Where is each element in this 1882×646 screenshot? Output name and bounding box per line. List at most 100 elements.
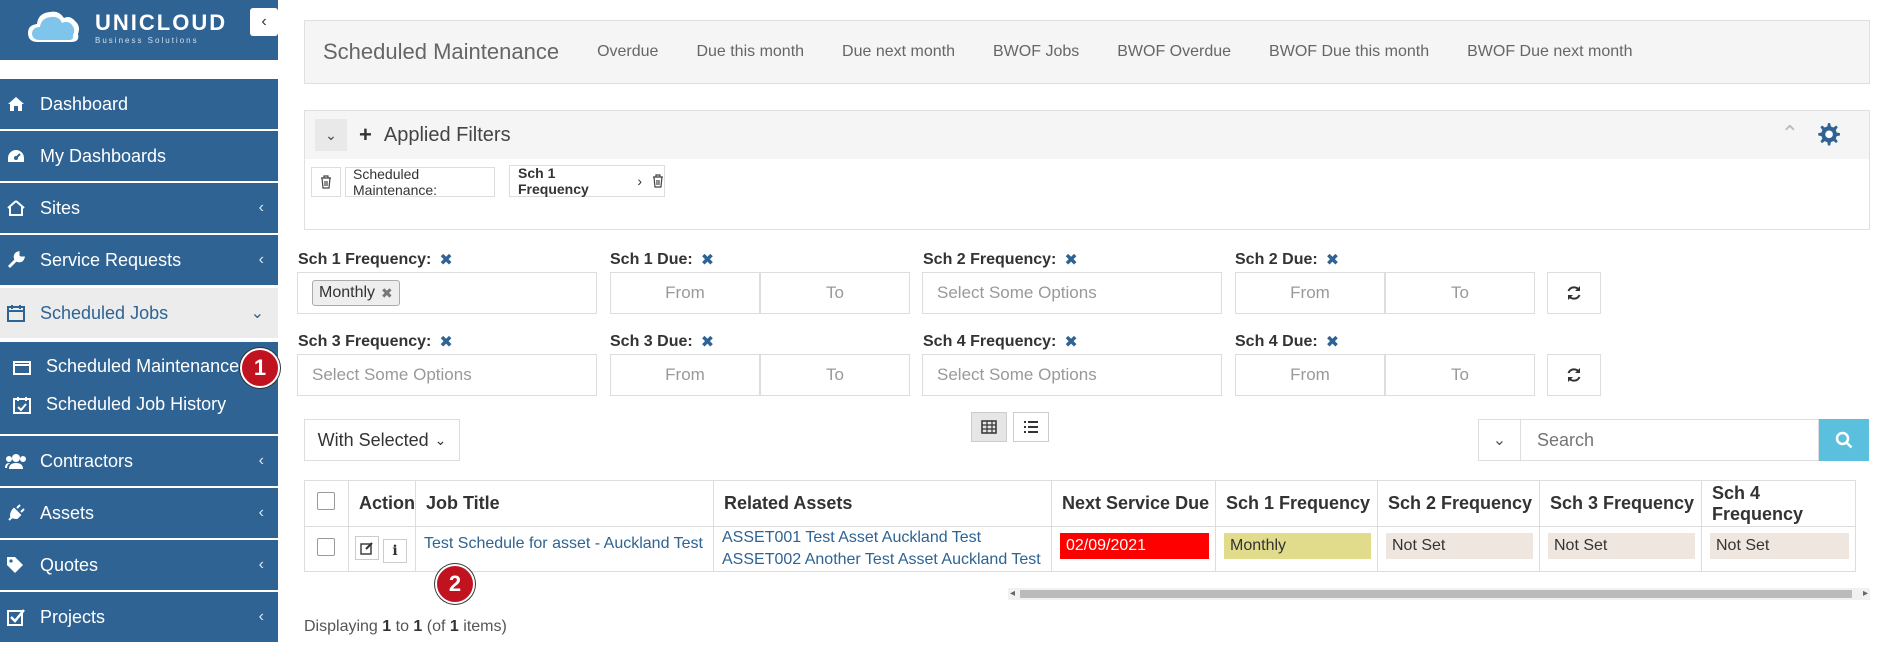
filter-label-text: Sch 1 Due: bbox=[610, 251, 693, 268]
remove-tag-icon[interactable]: ✖ bbox=[381, 285, 393, 302]
sidebar-item-contractors[interactable]: Contractors ‹ bbox=[0, 436, 278, 486]
table-horizontal-scrollbar[interactable]: ◂ ▸ bbox=[1008, 588, 1870, 600]
clear-x-icon[interactable]: ✖ bbox=[439, 332, 452, 352]
chevron-down-icon: ⌄ bbox=[434, 431, 447, 448]
scroll-left-icon[interactable]: ◂ bbox=[1010, 588, 1015, 599]
sidebar-item-label: My Dashboards bbox=[40, 145, 167, 166]
job-title-link[interactable]: Test Schedule for asset - Auckland Test bbox=[424, 535, 703, 552]
refresh-filters-button[interactable] bbox=[1547, 354, 1601, 396]
clear-x-icon[interactable]: ✖ bbox=[1326, 250, 1339, 270]
tab-scheduled-maintenance[interactable]: Scheduled Maintenance bbox=[323, 39, 559, 65]
sch2-frequency-select[interactable]: Select Some Options bbox=[922, 272, 1222, 314]
clear-x-icon[interactable]: ✖ bbox=[701, 332, 714, 352]
edit-button[interactable] bbox=[355, 535, 379, 560]
clear-filters-button[interactable] bbox=[311, 167, 341, 197]
sch3-due-to-input[interactable]: To bbox=[760, 354, 910, 396]
gear-icon[interactable] bbox=[1815, 121, 1841, 147]
sidebar-item-service-requests[interactable]: Service Requests ‹ bbox=[0, 235, 278, 285]
sidebar-item-assets[interactable]: Assets ‹ bbox=[0, 488, 278, 538]
trash-icon[interactable] bbox=[652, 174, 664, 188]
column-header-sch1-frequency[interactable]: Sch 1 Frequency bbox=[1215, 480, 1378, 527]
sidebar-item-scheduled-jobs[interactable]: Scheduled Jobs ⌄ bbox=[0, 288, 278, 338]
clear-x-icon[interactable]: ✖ bbox=[1326, 332, 1339, 352]
sch1-frequency-select[interactable]: Monthly ✖ bbox=[297, 272, 597, 314]
sidebar-collapse-button[interactable]: ‹ bbox=[250, 8, 278, 36]
column-header-sch2-frequency[interactable]: Sch 2 Frequency bbox=[1377, 480, 1540, 527]
sidebar-item-my-dashboards[interactable]: My Dashboards bbox=[0, 131, 278, 181]
sidebar-item-quotes[interactable]: Quotes ‹ bbox=[0, 540, 278, 590]
sch2-due-to-input[interactable]: To bbox=[1385, 272, 1535, 314]
sch1-due-to-input[interactable]: To bbox=[760, 272, 910, 314]
tab-due-this-month[interactable]: Due this month bbox=[696, 43, 804, 61]
sidebar-item-dashboard[interactable]: Dashboard bbox=[0, 79, 278, 129]
filters-toggle-button[interactable]: ⌄ bbox=[315, 119, 347, 151]
chevron-left-icon: ‹ bbox=[258, 251, 264, 268]
row-checkbox[interactable] bbox=[317, 537, 335, 556]
sch3-frequency-select[interactable]: Select Some Options bbox=[297, 354, 597, 396]
sidebar-item-label: Service Requests bbox=[40, 249, 182, 270]
sch2-due-from-input[interactable]: From bbox=[1235, 272, 1385, 314]
tab-bwof-due-next-month[interactable]: BWOF Due next month bbox=[1467, 43, 1632, 61]
info-button[interactable]: i bbox=[383, 538, 407, 563]
sch4-frequency-select[interactable]: Select Some Options bbox=[922, 354, 1222, 396]
sidebar-item-label: Contractors bbox=[40, 450, 134, 471]
sch3-due-from-input[interactable]: From bbox=[610, 354, 760, 396]
clear-x-icon[interactable]: ✖ bbox=[1064, 332, 1077, 352]
clear-x-icon[interactable]: ✖ bbox=[701, 250, 714, 270]
list-view-button[interactable] bbox=[1013, 412, 1049, 442]
sidebar-item-projects[interactable]: Projects ‹ bbox=[0, 592, 278, 642]
asset-link[interactable]: ASSET002 Another Test Asset Auckland Tes… bbox=[722, 549, 1051, 571]
column-header-job-title[interactable]: Job Title bbox=[415, 480, 714, 527]
sch4-due-to-input[interactable]: To bbox=[1385, 354, 1535, 396]
edit-icon bbox=[360, 541, 373, 555]
frequency-badge: Not Set bbox=[1710, 533, 1849, 559]
scroll-right-icon[interactable]: ▸ bbox=[1863, 588, 1868, 599]
applied-filters-title: Applied Filters bbox=[383, 123, 511, 146]
cloud-logo-icon bbox=[28, 11, 79, 42]
filter-chip-sch1-frequency[interactable]: Sch 1 Frequency › bbox=[509, 165, 665, 197]
column-header-sch4-frequency[interactable]: Sch 4 Frequency bbox=[1701, 480, 1856, 527]
brand-tagline: Business Solutions bbox=[95, 36, 199, 45]
chevron-up-icon[interactable]: ⌃ bbox=[1781, 121, 1799, 147]
sch1-due-from-input[interactable]: From bbox=[610, 272, 760, 314]
sch3-frequency-cell: Not Set bbox=[1539, 526, 1702, 572]
chevron-left-icon: ‹ bbox=[258, 452, 264, 469]
scrollbar-thumb[interactable] bbox=[1020, 590, 1852, 598]
users-icon bbox=[5, 453, 27, 469]
sidebar-item-scheduled-job-history[interactable]: Scheduled Job History bbox=[12, 394, 226, 415]
sch2-due-filter-label: Sch 2 Due: ✖ bbox=[1235, 250, 1339, 270]
pagination-summary: Displaying 1 to 1 (of 1 items) bbox=[304, 618, 507, 636]
add-filter-button[interactable]: + bbox=[359, 122, 372, 148]
summary-to-word: to bbox=[395, 618, 409, 635]
sidebar-item-sites[interactable]: Sites ‹ bbox=[0, 183, 278, 233]
search-input[interactable] bbox=[1521, 419, 1819, 461]
column-header-sch3-frequency[interactable]: Sch 3 Frequency bbox=[1539, 480, 1702, 527]
with-selected-dropdown[interactable]: With Selected ⌄ bbox=[304, 419, 460, 461]
gauge-icon bbox=[5, 148, 27, 164]
tab-overdue[interactable]: Overdue bbox=[597, 43, 658, 61]
chevron-down-icon: ⌄ bbox=[250, 305, 264, 322]
chevron-left-icon: ‹ bbox=[258, 608, 264, 625]
tab-due-next-month[interactable]: Due next month bbox=[842, 43, 955, 61]
sch4-due-from-input[interactable]: From bbox=[1235, 354, 1385, 396]
refresh-filters-button[interactable] bbox=[1547, 272, 1601, 314]
trash-icon bbox=[321, 175, 331, 189]
grid-view-button[interactable] bbox=[971, 412, 1007, 442]
sidebar-sub-label: Scheduled Maintenance bbox=[46, 356, 240, 376]
asset-link[interactable]: ASSET001 Test Asset Auckland Test bbox=[722, 527, 1051, 549]
search-button[interactable] bbox=[1819, 419, 1869, 461]
clear-x-icon[interactable]: ✖ bbox=[439, 250, 452, 270]
tab-bwof-due-this-month[interactable]: BWOF Due this month bbox=[1269, 43, 1429, 61]
column-header-related-assets[interactable]: Related Assets bbox=[713, 480, 1052, 527]
tab-bwof-overdue[interactable]: BWOF Overdue bbox=[1117, 43, 1231, 61]
search-options-dropdown[interactable]: ⌄ bbox=[1478, 419, 1521, 461]
clear-x-icon[interactable]: ✖ bbox=[1064, 250, 1077, 270]
column-header-next-service-due[interactable]: Next Service Due bbox=[1051, 480, 1216, 527]
summary-of: (of bbox=[426, 618, 446, 635]
tab-bwof-jobs[interactable]: BWOF Jobs bbox=[993, 43, 1079, 61]
filter-label-text: Sch 4 Due: bbox=[1235, 333, 1318, 350]
select-all-checkbox[interactable] bbox=[317, 492, 335, 510]
chip-label: Sch 1 Frequency bbox=[518, 165, 589, 197]
sidebar-item-label: Quotes bbox=[40, 554, 99, 575]
sidebar-item-scheduled-maintenance[interactable]: Scheduled Maintenance bbox=[12, 356, 239, 377]
